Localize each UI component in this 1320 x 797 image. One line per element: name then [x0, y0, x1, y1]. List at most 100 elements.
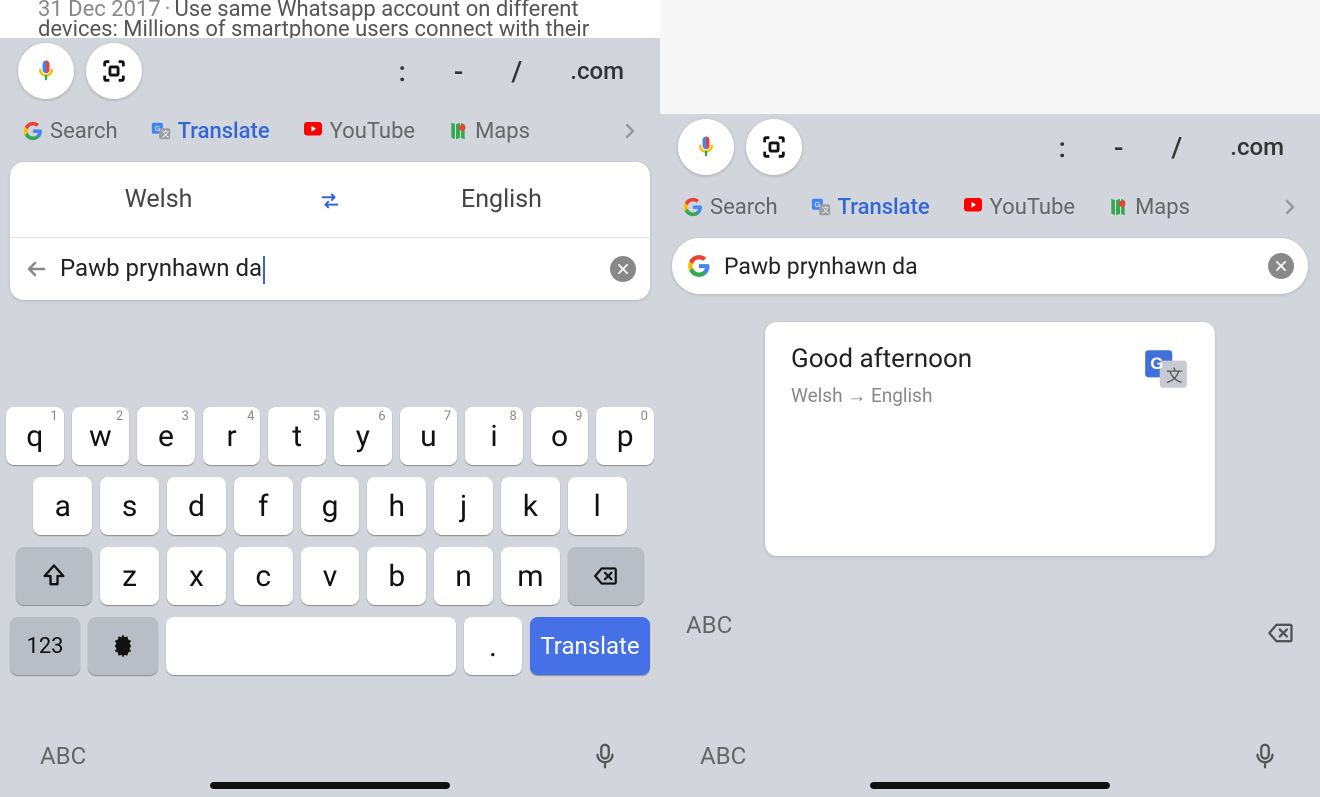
home-indicator[interactable]	[210, 782, 450, 789]
symbol-slash[interactable]: /	[493, 55, 540, 88]
tab-maps[interactable]: Maps	[1091, 195, 1206, 220]
key-x[interactable]: x	[167, 547, 226, 605]
abc-label[interactable]: ABC	[40, 742, 86, 770]
key-m[interactable]: m	[501, 547, 560, 605]
symbol-colon[interactable]: :	[380, 55, 423, 88]
maps-icon	[1107, 196, 1129, 218]
tab-label: Search	[50, 119, 118, 144]
key-w[interactable]: w2	[72, 407, 130, 465]
home-indicator[interactable]	[870, 782, 1110, 789]
svg-text:G: G	[814, 200, 820, 209]
lang-from[interactable]: Welsh	[10, 185, 307, 214]
lang-to[interactable]: English	[353, 185, 650, 214]
tab-search[interactable]: Search	[666, 195, 794, 220]
swap-icon	[315, 189, 345, 211]
key-i[interactable]: i8	[465, 407, 523, 465]
key-n[interactable]: n	[434, 547, 493, 605]
svg-text:文: 文	[1166, 367, 1183, 386]
translate-card: Welsh English Pawb prynhawn da	[10, 162, 650, 300]
key-hint: 4	[247, 409, 254, 424]
tab-label: YouTube	[990, 195, 1075, 220]
translate-result-card[interactable]: Good afternoon Welsh → English G文	[765, 322, 1215, 556]
key-e[interactable]: e3	[137, 407, 195, 465]
symbol-dotcom[interactable]: .com	[552, 57, 642, 85]
google-g-icon	[682, 196, 704, 218]
key-v[interactable]: v	[301, 547, 360, 605]
key-j[interactable]: j	[434, 477, 493, 535]
key-g[interactable]: g	[301, 477, 360, 535]
swap-languages-button[interactable]	[307, 189, 353, 211]
abc-label[interactable]: ABC	[686, 611, 732, 639]
arrow-left-icon	[24, 257, 48, 281]
translate-input[interactable]: Pawb prynhawn da	[60, 254, 610, 284]
svg-text:G: G	[1150, 354, 1163, 373]
backspace-key[interactable]	[568, 547, 644, 605]
key-hint: 5	[313, 409, 320, 424]
settings-key[interactable]	[88, 617, 158, 675]
dictation-button[interactable]	[1250, 739, 1280, 773]
numeric-key[interactable]: 123	[10, 617, 80, 675]
key-r[interactable]: r4	[203, 407, 261, 465]
tab-youtube[interactable]: YouTube	[946, 195, 1091, 220]
clear-input-button[interactable]	[610, 256, 636, 282]
symbol-dotcom[interactable]: .com	[1212, 133, 1302, 161]
google-g-icon	[686, 253, 712, 279]
svg-text:G: G	[154, 124, 160, 133]
key-c[interactable]: c	[234, 547, 293, 605]
key-k[interactable]: k	[501, 477, 560, 535]
voice-button[interactable]	[18, 43, 74, 99]
chevron-right-icon	[1278, 195, 1302, 219]
text-caret	[263, 256, 265, 284]
translate-action-key[interactable]: Translate	[530, 617, 650, 675]
mic-icon	[692, 133, 720, 161]
period-key[interactable]: .	[464, 617, 522, 675]
tab-translate[interactable]: G文 Translate	[134, 119, 286, 144]
key-f[interactable]: f	[234, 477, 293, 535]
shift-key[interactable]	[16, 547, 92, 605]
key-t[interactable]: t5	[268, 407, 326, 465]
search-bar[interactable]: Pawb prynhawn da	[672, 238, 1308, 294]
key-p[interactable]: p0	[596, 407, 654, 465]
symbol-dash[interactable]: -	[436, 55, 482, 88]
key-s[interactable]: s	[100, 477, 159, 535]
key-d[interactable]: d	[167, 477, 226, 535]
key-hint: 9	[575, 409, 582, 424]
key-hint: 7	[444, 409, 451, 424]
tabs-more[interactable]	[606, 119, 654, 143]
tab-search[interactable]: Search	[6, 119, 134, 144]
gear-icon	[109, 632, 137, 660]
translate-badge-icon: G文	[1141, 344, 1191, 394]
symbol-dash[interactable]: -	[1096, 131, 1142, 164]
tab-label: Search	[710, 195, 778, 220]
abc-label[interactable]: ABC	[700, 742, 746, 770]
symbol-slash[interactable]: /	[1153, 131, 1200, 164]
tabs-more[interactable]	[1266, 195, 1314, 219]
symbol-colon[interactable]: :	[1040, 131, 1083, 164]
key-l[interactable]: l	[568, 477, 627, 535]
youtube-icon	[302, 120, 324, 142]
scan-button[interactable]	[86, 43, 142, 99]
key-hint: 0	[641, 409, 648, 424]
space-key[interactable]	[166, 617, 456, 675]
backspace-button[interactable]	[1264, 619, 1298, 647]
key-u[interactable]: u7	[400, 407, 458, 465]
google-g-icon	[22, 120, 44, 142]
key-q[interactable]: q1	[6, 407, 64, 465]
key-h[interactable]: h	[367, 477, 426, 535]
dictation-button[interactable]	[590, 739, 620, 773]
key-o[interactable]: o9	[531, 407, 589, 465]
browser-content-area	[660, 0, 1320, 114]
voice-button[interactable]	[678, 119, 734, 175]
tab-maps[interactable]: Maps	[431, 119, 546, 144]
tab-translate[interactable]: G文 Translate	[794, 195, 946, 220]
key-y[interactable]: y6	[334, 407, 392, 465]
clear-search-button[interactable]	[1268, 253, 1294, 279]
backspace-icon	[1264, 619, 1298, 647]
tab-youtube[interactable]: YouTube	[286, 119, 431, 144]
key-z[interactable]: z	[100, 547, 159, 605]
scan-button[interactable]	[746, 119, 802, 175]
input-back-button[interactable]	[24, 257, 60, 281]
key-hint: 2	[116, 409, 123, 424]
key-b[interactable]: b	[367, 547, 426, 605]
key-a[interactable]: a	[33, 477, 92, 535]
